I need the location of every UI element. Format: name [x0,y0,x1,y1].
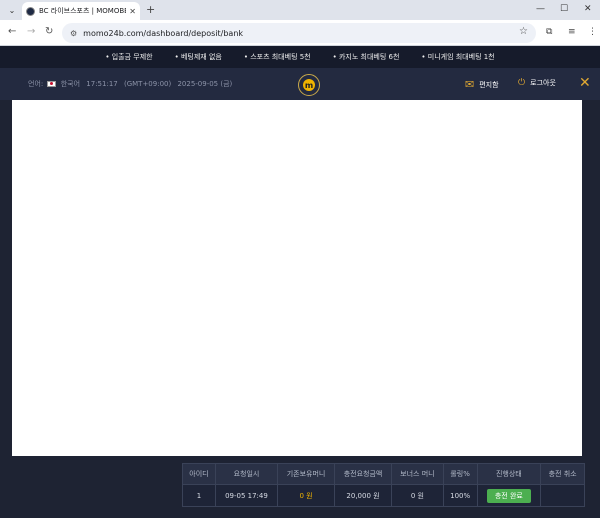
media-controls-icon[interactable]: ≡ [568,26,576,38]
extensions-icon[interactable]: ⧉ [546,26,552,38]
table-header-row: 아이디 요청일시 기존보유머니 충전요청금액 보너스 머니 롤링% 진행상태 충… [182,463,585,485]
col-cancel: 충전 취소 [540,463,585,485]
col-status: 진행상태 [476,463,542,485]
language-selector[interactable]: 언어: 한국어 17:51:17 (GMT+09:00) 2025-09-05 … [28,79,232,89]
mailbox-label: 편지함 [479,80,499,89]
url-text: momo24b.com/dashboard/deposit/bank [83,28,244,38]
korea-flag-icon [47,81,57,87]
logo-mark: m [303,79,315,91]
minimize-icon[interactable]: — [536,2,545,16]
cell-prev-money: 0 원 [277,484,336,507]
col-bonus: 보너스 머니 [391,463,444,485]
col-request-amount: 충전요청금액 [334,463,393,485]
deposit-history-table: 아이디 요청일시 기존보유머니 충전요청금액 보너스 머니 롤링% 진행상태 충… [182,463,585,507]
envelope-icon: ✉ [465,78,475,91]
promo-item: • 베팅제재 없음 [174,53,222,61]
maximize-icon[interactable]: ☐ [560,2,568,16]
reload-icon[interactable]: ↻ [45,25,53,39]
logout-label: 로그아웃 [530,79,556,87]
logout-button[interactable]: ⏻ 로그아웃 [518,78,556,88]
cell-request-amount: 20,000 원 [334,484,393,507]
status-badge: 충전 완료 [486,488,531,503]
tab-list-dropdown-icon[interactable]: ⌄ [5,4,19,17]
tab-close-icon[interactable]: ✕ [129,7,136,16]
back-arrow-icon[interactable]: ← [8,25,16,39]
col-id: 아이디 [182,463,216,485]
cell-id: 1 [182,484,216,507]
content-panel [12,100,582,456]
browser-tab-active[interactable]: BC 라이브스포츠 | MOMOBET ✕ [22,2,140,20]
power-icon: ⏻ [518,78,526,88]
cell-rolling: 100% [442,484,478,507]
mailbox-button[interactable]: ✉ 편지함 [465,78,499,91]
cell-datetime: 09-05 17:49 [214,484,279,507]
col-request-datetime: 요청일시 [214,463,279,485]
window-close-icon[interactable]: ✕ [584,2,592,16]
current-date: 2025-09-05 (금) [177,80,233,88]
site-logo[interactable]: m [298,74,320,96]
forward-arrow-icon[interactable]: → [27,25,35,39]
promo-banner: • 입출금 무제한 • 베팅제재 없음 • 스포츠 최대베팅 5천 • 카지노 … [0,46,600,68]
browser-menu-icon[interactable]: ⋮ [588,26,597,38]
promo-item: • 스포츠 최대베팅 5천 [243,53,311,61]
new-tab-plus-icon[interactable]: + [146,3,155,17]
promo-item: • 미니게임 최대베팅 1천 [421,53,495,61]
browser-toolbar: ← → ↻ ⚙ momo24b.com/dashboard/deposit/ba… [0,20,600,46]
promo-item: • 카지노 최대베팅 6천 [332,53,400,61]
cell-cancel [540,484,585,507]
bookmark-star-icon[interactable]: ☆ [519,26,528,37]
col-rolling: 롤링% [442,463,478,485]
clock-time: 17:51:17 [86,80,118,88]
col-prev-money: 기존보유머니 [277,463,336,485]
cell-bonus: 0 원 [391,484,444,507]
address-bar[interactable]: ⚙ momo24b.com/dashboard/deposit/bank ☆ [62,23,536,43]
cell-status: 충전 완료 [476,484,542,507]
site-favicon-icon [26,6,35,16]
site-header: 언어: 한국어 17:51:17 (GMT+09:00) 2025-09-05 … [0,68,600,100]
table-row: 1 09-05 17:49 0 원 20,000 원 0 원 100% 충전 완… [182,484,585,507]
promo-item: • 입출금 무제한 [105,53,153,61]
site-info-icon[interactable]: ⚙ [70,29,77,38]
close-icon[interactable]: ✕ [579,74,591,92]
language-prefix: 언어: [28,80,44,88]
timezone: (GMT+09:00) [123,80,172,88]
tab-title: BC 라이브스포츠 | MOMOBET [39,7,127,15]
browser-tabbar: ⌄ BC 라이브스포츠 | MOMOBET ✕ + — ☐ ✕ [0,0,600,20]
language-name: 한국어 [60,80,81,88]
